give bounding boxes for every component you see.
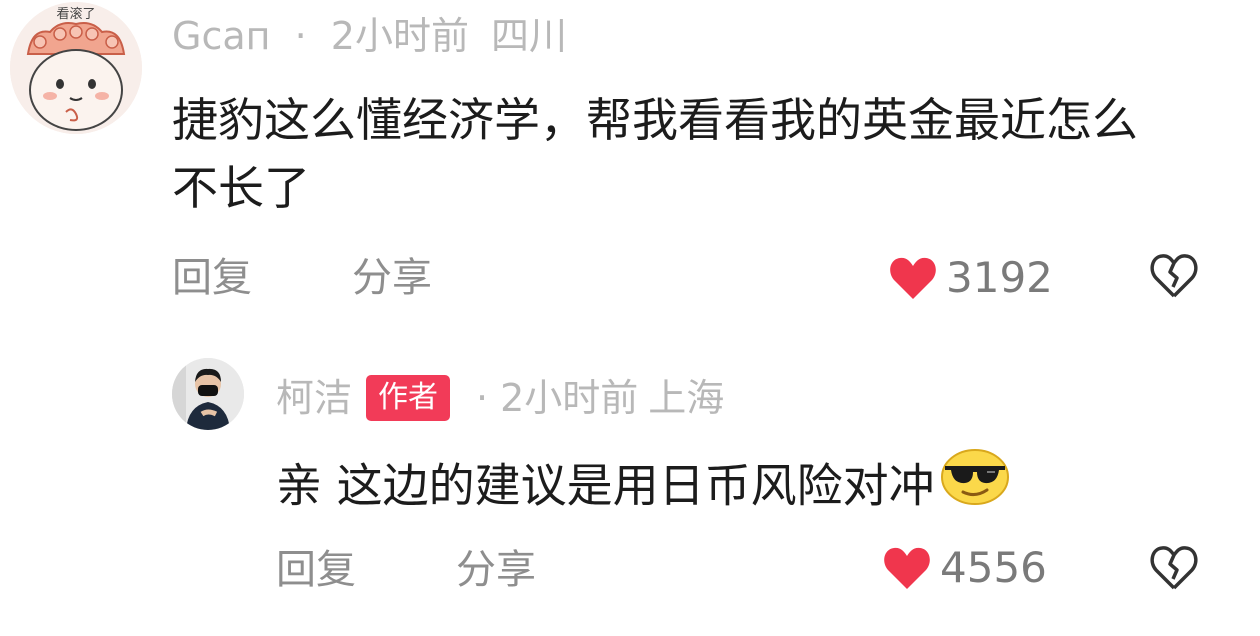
author-badge: 作者 [366,375,451,421]
dislike-button[interactable] [1148,544,1200,596]
timestamp: 2小时前 [500,376,639,420]
share-button[interactable]: 分享 [456,542,536,598]
broken-heart-icon [1150,546,1198,590]
like-button[interactable]: 3192 [888,248,1053,308]
reply-item: 柯洁 作者 · 2小时前 上海 亲 这边的建议是用日币风险对冲 回复 分享 45… [0,340,1260,636]
avatar-caption: 看滚了 [56,6,95,22]
username[interactable]: Gcaп [172,14,270,58]
timestamp: 2小时前 [330,14,469,58]
meta-separator: · [476,376,489,420]
reply-text: 亲 这边的建议是用日币风险对冲 [276,458,935,513]
broken-heart-icon [1150,254,1198,298]
avatar-illustration: 看滚了 [10,2,142,134]
like-button[interactable]: 4556 [882,538,1047,598]
like-count: 4556 [940,543,1047,592]
comment-text: 捷豹这么懂经济学，帮我看看我的英金最近怎么不长了 [172,93,1138,215]
username[interactable]: 柯洁 [276,374,352,422]
sunglasses-emoji-icon [939,446,1011,524]
reply-button[interactable]: 回复 [172,250,252,306]
reply-meta: 柯洁 作者 · 2小时前 上海 [276,374,724,422]
location: 上海 [648,376,725,420]
commenter-avatar[interactable]: 看滚了 [10,2,142,134]
heart-icon [890,257,936,299]
reply-button[interactable]: 回复 [276,542,356,598]
avatar-photo [172,358,244,430]
reply-text-row: 亲 这边的建议是用日币风险对冲 [276,449,1176,528]
share-button[interactable]: 分享 [352,250,432,306]
like-count: 3192 [946,253,1053,302]
comment-item: 看滚了 Gcaп · 2小时前 四川 捷豹这么懂经济学，帮我看看我的英金最近怎么… [0,0,1260,330]
comment-meta: Gcaп · 2小时前 四川 [172,12,567,60]
replier-avatar[interactable] [172,358,244,430]
heart-icon [884,547,930,589]
meta-separator: · [294,14,307,58]
location: 四川 [491,14,568,58]
dislike-button[interactable] [1148,252,1200,304]
